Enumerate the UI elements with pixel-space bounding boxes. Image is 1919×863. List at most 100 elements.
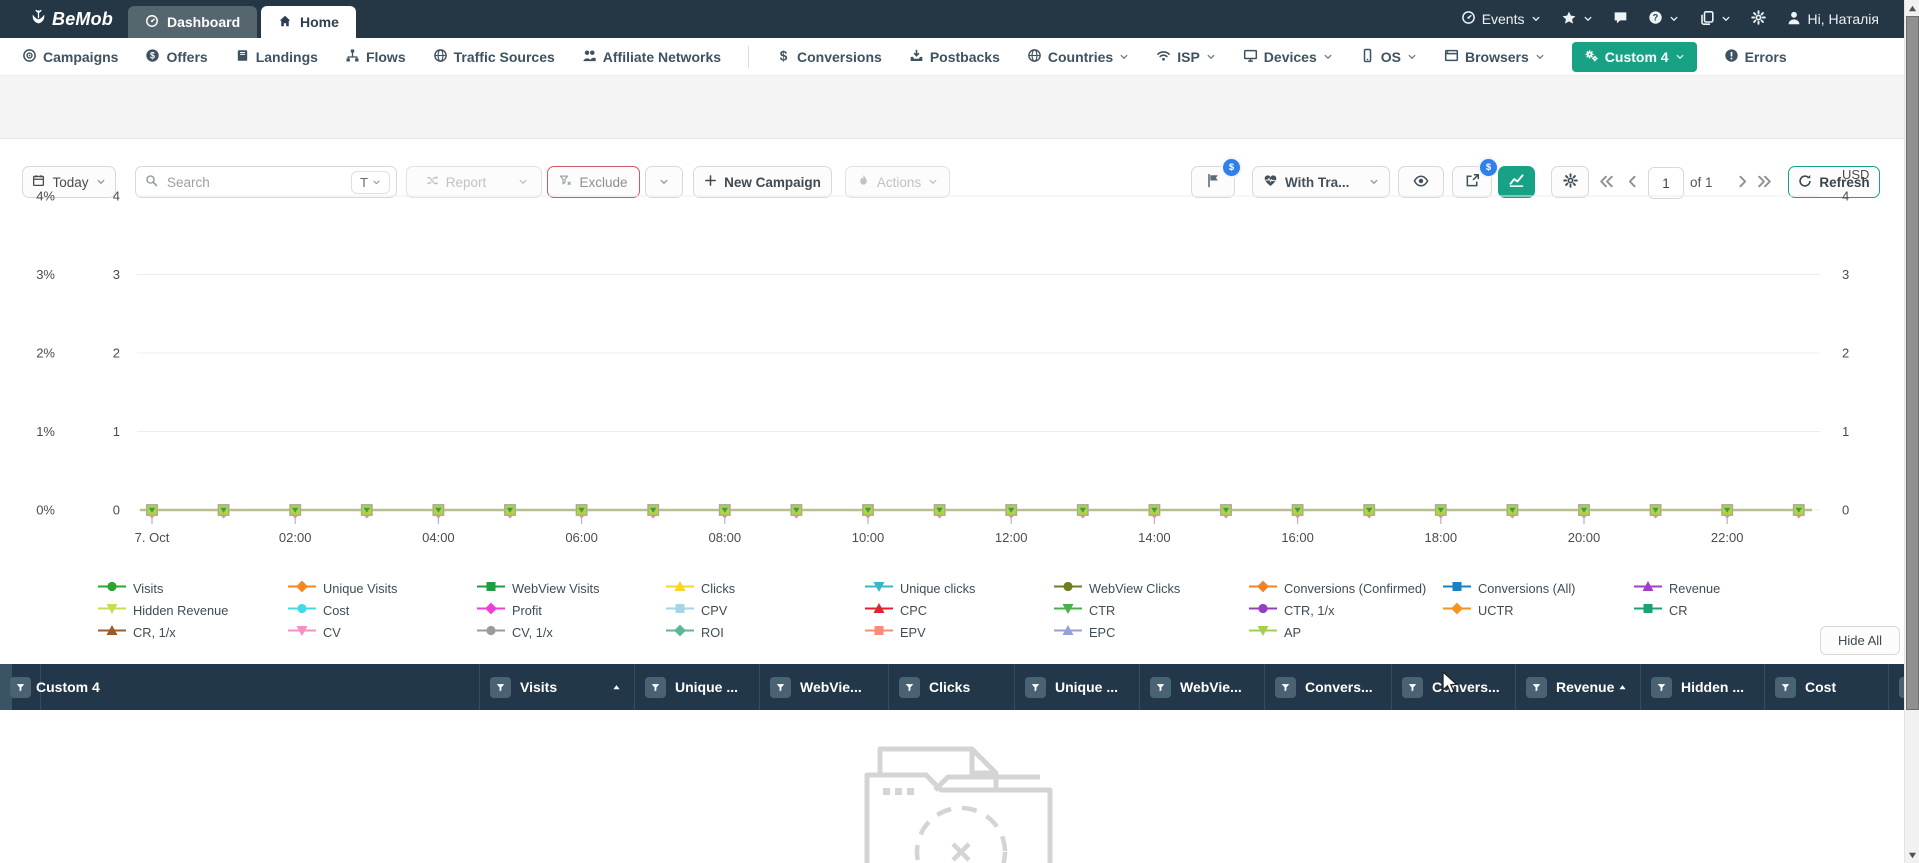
nav-item-devices[interactable]: Devices <box>1243 48 1333 66</box>
table-header-cell-profit[interactable]: Profit <box>1889 664 1905 710</box>
feedback-button[interactable] <box>1613 10 1628 28</box>
bemob-logo[interactable]: BeMob <box>30 6 113 32</box>
legend-item-conversions-all[interactable]: Conversions (All) <box>1442 578 1575 598</box>
tab-home[interactable]: Home <box>261 6 356 38</box>
column-filter-icon[interactable] <box>1402 676 1423 698</box>
tab-dashboard[interactable]: Dashboard <box>128 6 258 38</box>
legend-item-profit[interactable]: Profit <box>476 600 542 620</box>
nav-item-label: Browsers <box>1464 48 1529 65</box>
table-header-cell-custom-4[interactable]: Custom 4 <box>12 664 480 710</box>
mouse-cursor <box>1442 671 1459 695</box>
nav-item-conversions[interactable]: $ Conversions <box>776 48 882 66</box>
user-menu[interactable]: Hi, Наталія <box>1786 10 1879 29</box>
topbar-right: Events ? Hi, Наталія <box>1461 0 1879 38</box>
column-filter-icon[interactable] <box>490 676 511 698</box>
svg-text:$: $ <box>780 48 788 63</box>
sort-asc-icon <box>611 682 622 693</box>
legend-label: Cost <box>323 602 350 618</box>
column-filter-icon[interactable] <box>899 676 920 698</box>
legend-item-webview-visits[interactable]: WebView Visits <box>476 578 600 598</box>
table-header-cell-unique[interactable]: Unique ... <box>635 664 760 710</box>
table-header-cell-cost[interactable]: Cost <box>1765 664 1889 710</box>
legend-item-cpc[interactable]: CPC <box>864 600 927 620</box>
axis-label-usd: 4 <box>1842 189 1849 204</box>
legend-item-cpv[interactable]: CPV <box>665 600 727 620</box>
legend-item-epc[interactable]: EPC <box>1053 622 1115 642</box>
legend-item-unique-visits[interactable]: Unique Visits <box>287 578 397 598</box>
table-header-cell-webvie[interactable]: WebVie... <box>760 664 889 710</box>
legend-item-ap[interactable]: AP <box>1248 622 1301 642</box>
data-point-marker <box>790 504 803 519</box>
hide-all-button[interactable]: Hide All <box>1820 626 1900 655</box>
legend-item-conversions-confirmed[interactable]: Conversions (Confirmed) <box>1248 578 1426 598</box>
column-filter-icon[interactable] <box>1150 676 1171 698</box>
legend-item-unique-clicks[interactable]: Unique clicks <box>864 578 975 598</box>
legend-item-hidden-revenue[interactable]: Hidden Revenue <box>97 600 228 620</box>
legend-item-clicks[interactable]: Clicks <box>665 578 735 598</box>
nav-item-isp[interactable]: ISP <box>1156 48 1216 66</box>
workspaces-menu[interactable] <box>1699 10 1731 29</box>
table-header-cell-convers[interactable]: Convers... <box>1265 664 1392 710</box>
column-filter-icon[interactable] <box>770 676 791 698</box>
table-header-cell-unique[interactable]: Unique ... <box>1015 664 1140 710</box>
favorites-menu[interactable] <box>1561 10 1593 29</box>
nav-item-affiliate-networks[interactable]: Affiliate Networks <box>582 48 721 66</box>
column-filter-icon[interactable] <box>1651 676 1672 698</box>
nav-item-label: Affiliate Networks <box>602 48 722 65</box>
legend-item-cv[interactable]: CV <box>287 622 341 642</box>
table-header-cell-revenue[interactable]: Revenue <box>1516 664 1641 710</box>
error-icon <box>1724 48 1739 66</box>
legend-label: Unique clicks <box>900 580 976 596</box>
nav-item-offers[interactable]: $ Offers <box>145 48 208 66</box>
axis-label-count: 2 <box>113 346 120 361</box>
legend-item-cr[interactable]: CR <box>1633 600 1687 620</box>
legend-marker-icon <box>1248 600 1278 620</box>
table-header-cell-partial[interactable] <box>0 664 41 710</box>
column-filter-icon[interactable] <box>645 676 666 698</box>
nav-item-os[interactable]: OS <box>1360 48 1417 66</box>
settings-button[interactable] <box>1750 10 1766 28</box>
data-point-marker <box>933 504 946 519</box>
tab-dashboard-label: Dashboard <box>167 14 241 30</box>
legend-item-cr-1-x[interactable]: CR, 1/x <box>97 622 176 642</box>
legend-item-uctr[interactable]: UCTR <box>1442 600 1514 620</box>
column-filter-icon[interactable] <box>1775 676 1796 698</box>
column-filter-icon[interactable] <box>1025 676 1046 698</box>
column-filter-icon[interactable] <box>1275 676 1296 698</box>
x-tick-label: 16:00 <box>1281 530 1314 545</box>
nav-item-landings[interactable]: Landings <box>235 48 318 66</box>
events-menu[interactable]: Events <box>1461 10 1541 28</box>
table-header-cell-webvie[interactable]: WebVie... <box>1140 664 1265 710</box>
help-menu[interactable]: ? <box>1648 10 1679 28</box>
legend-label: CTR <box>1089 602 1116 618</box>
legend-label: ROI <box>701 624 724 640</box>
column-filter-icon[interactable] <box>1526 676 1547 698</box>
table-header-cell-visits[interactable]: Visits <box>480 664 635 710</box>
nav-item-postbacks[interactable]: Postbacks <box>909 48 1000 66</box>
nav-item-flows[interactable]: Flows <box>345 48 406 66</box>
nav-item-browsers[interactable]: Browsers <box>1444 48 1545 66</box>
table-header: Custom 4 Visits Unique ... WebVie... Clicks U… <box>0 664 1905 710</box>
legend-item-cv-1-x[interactable]: CV, 1/x <box>476 622 553 642</box>
scrollbar-thumb[interactable] <box>1906 16 1919 710</box>
scroll-down-button[interactable] <box>1905 847 1919 863</box>
nav-item-countries[interactable]: Countries <box>1027 48 1129 66</box>
scroll-up-button[interactable] <box>1905 0 1919 16</box>
legend-item-epv[interactable]: EPV <box>864 622 926 642</box>
legend-item-cost[interactable]: Cost <box>287 600 349 620</box>
legend-item-webview-clicks[interactable]: WebView Clicks <box>1053 578 1180 598</box>
axis-label-count: 3 <box>113 267 120 282</box>
table-header-cell-hidden[interactable]: Hidden ... <box>1641 664 1765 710</box>
legend-item-visits[interactable]: Visits <box>97 578 163 598</box>
nav-item-campaigns[interactable]: Campaigns <box>22 48 118 66</box>
legend-item-ctr-1-x[interactable]: CTR, 1/x <box>1248 600 1334 620</box>
legend-item-roi[interactable]: ROI <box>665 622 724 642</box>
column-filter-icon[interactable] <box>10 676 31 698</box>
nav-item-traffic-sources[interactable]: Traffic Sources <box>433 48 555 66</box>
legend-item-ctr[interactable]: CTR <box>1053 600 1115 620</box>
nav-item-errors[interactable]: Errors <box>1724 48 1787 66</box>
table-header-cell-clicks[interactable]: Clicks <box>889 664 1015 710</box>
vertical-scrollbar[interactable] <box>1904 0 1919 863</box>
nav-item-custom-4[interactable]: Custom 4 <box>1571 41 1697 72</box>
legend-item-revenue[interactable]: Revenue <box>1633 578 1720 598</box>
